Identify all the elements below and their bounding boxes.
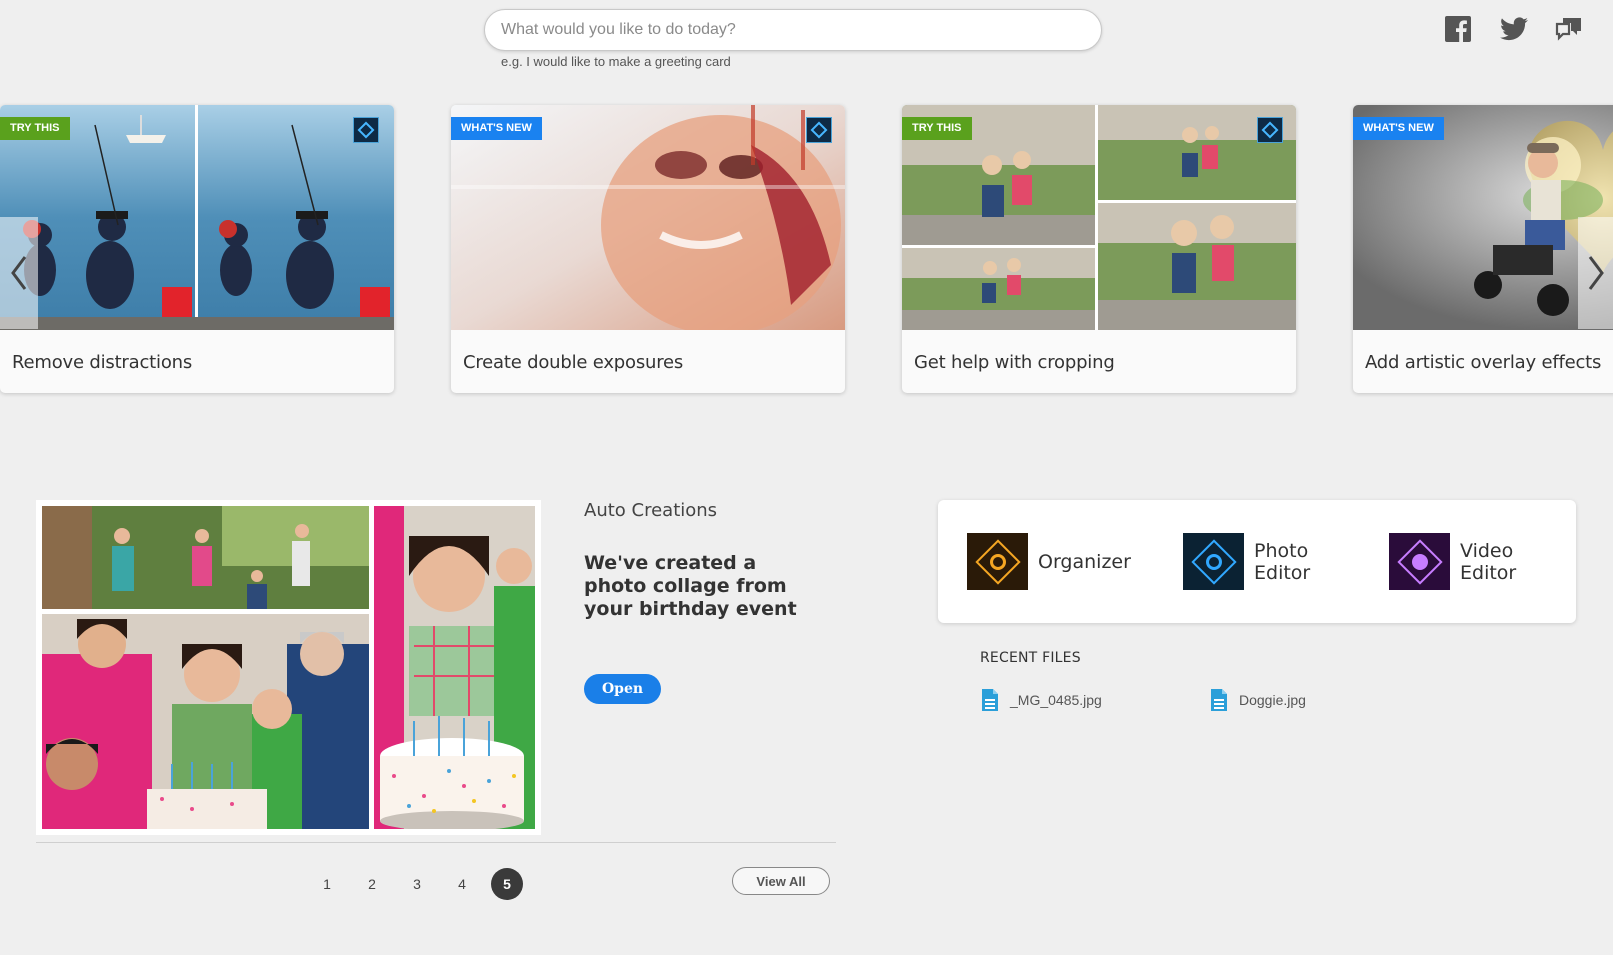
view-all-button[interactable]: View All [732,867,830,895]
page-4-button[interactable]: 4 [446,868,478,900]
card-create-double-exposures[interactable]: WHAT'S NEW Create double exposures [451,105,845,393]
whats-new-badge: WHAT'S NEW [451,117,542,140]
auto-creations-divider [36,842,836,843]
chat-bubbles-icon [1555,18,1581,41]
collage-photo-cake-family [42,614,369,829]
facebook-icon [1445,16,1471,42]
page-5-button[interactable]: 5 [491,868,523,900]
video-editor-label-line1: Video [1460,539,1514,562]
card-remove-distractions[interactable]: TRY THIS Remove distractions [0,105,394,393]
card-caption: Create double exposures [463,352,684,373]
chevron-right-icon [1588,256,1604,290]
whats-new-badge: WHAT'S NEW [1353,117,1444,140]
feedback-button[interactable] [1554,14,1584,44]
collage-photo-girl-cake [374,506,535,829]
organizer-label: Organizer [1038,550,1131,573]
recent-file-name: _MG_0485.jpg [1010,692,1102,708]
page-2-button[interactable]: 2 [356,868,388,900]
photo-editor-label: Photo Editor [1254,540,1310,584]
photo-editor-icon [806,117,832,143]
organizer-launch-button[interactable]: Organizer [967,533,1131,590]
photo-editor-icon [353,117,379,143]
carousel-next-button[interactable] [1578,217,1613,329]
photo-editor-icon [1183,533,1244,590]
search-hint: e.g. I would like to make a greeting car… [501,54,731,69]
open-button[interactable]: Open [584,674,661,704]
twitter-icon [1500,17,1528,41]
image-file-icon [1211,689,1227,711]
card-caption: Get help with cropping [914,352,1115,373]
auto-creations-title: We've created a photo collage from your … [584,552,797,620]
photo-editor-launch-button[interactable]: Photo Editor [1183,533,1310,590]
photo-editor-label-line1: Photo [1254,539,1309,562]
card-caption: Remove distractions [12,352,193,373]
carousel-prev-button[interactable] [0,217,38,329]
twitter-button[interactable] [1499,14,1529,44]
page-3-button[interactable]: 3 [401,868,433,900]
search-input[interactable] [484,9,1102,51]
organizer-icon [967,533,1028,590]
recent-file-name: Doggie.jpg [1239,692,1306,708]
photo-editor-icon [1257,117,1283,143]
recent-file-item[interactable]: _MG_0485.jpg [980,688,1102,712]
card-caption: Add artistic overlay effects [1365,352,1602,373]
video-editor-label-line2: Editor [1460,561,1517,584]
card-add-artistic-overlay-effects[interactable]: WHAT'S NEW Add artistic overlay effects [1353,105,1613,393]
card-get-help-with-cropping[interactable]: TRY THIS Get help with cropping [902,105,1296,393]
try-this-badge: TRY THIS [0,117,70,140]
auto-creation-collage[interactable] [36,500,541,835]
photo-editor-label-line2: Editor [1254,561,1311,584]
app-launcher: Organizer Photo Editor Video Editor [938,500,1576,623]
page-1-button[interactable]: 1 [311,868,343,900]
image-file-icon [982,689,998,711]
search-area: e.g. I would like to make a greeting car… [484,9,1102,69]
chevron-left-icon [11,256,27,290]
recent-files-heading: RECENT FILES [980,650,1081,666]
recent-file-item[interactable]: Doggie.jpg [1209,688,1306,712]
try-this-badge: TRY THIS [902,117,972,140]
video-editor-label: Video Editor [1460,540,1516,584]
facebook-button[interactable] [1443,14,1473,44]
video-editor-launch-button[interactable]: Video Editor [1389,533,1516,590]
video-editor-icon [1389,533,1450,590]
collage-photo-party [42,506,369,609]
auto-creations-label: Auto Creations [584,500,718,521]
